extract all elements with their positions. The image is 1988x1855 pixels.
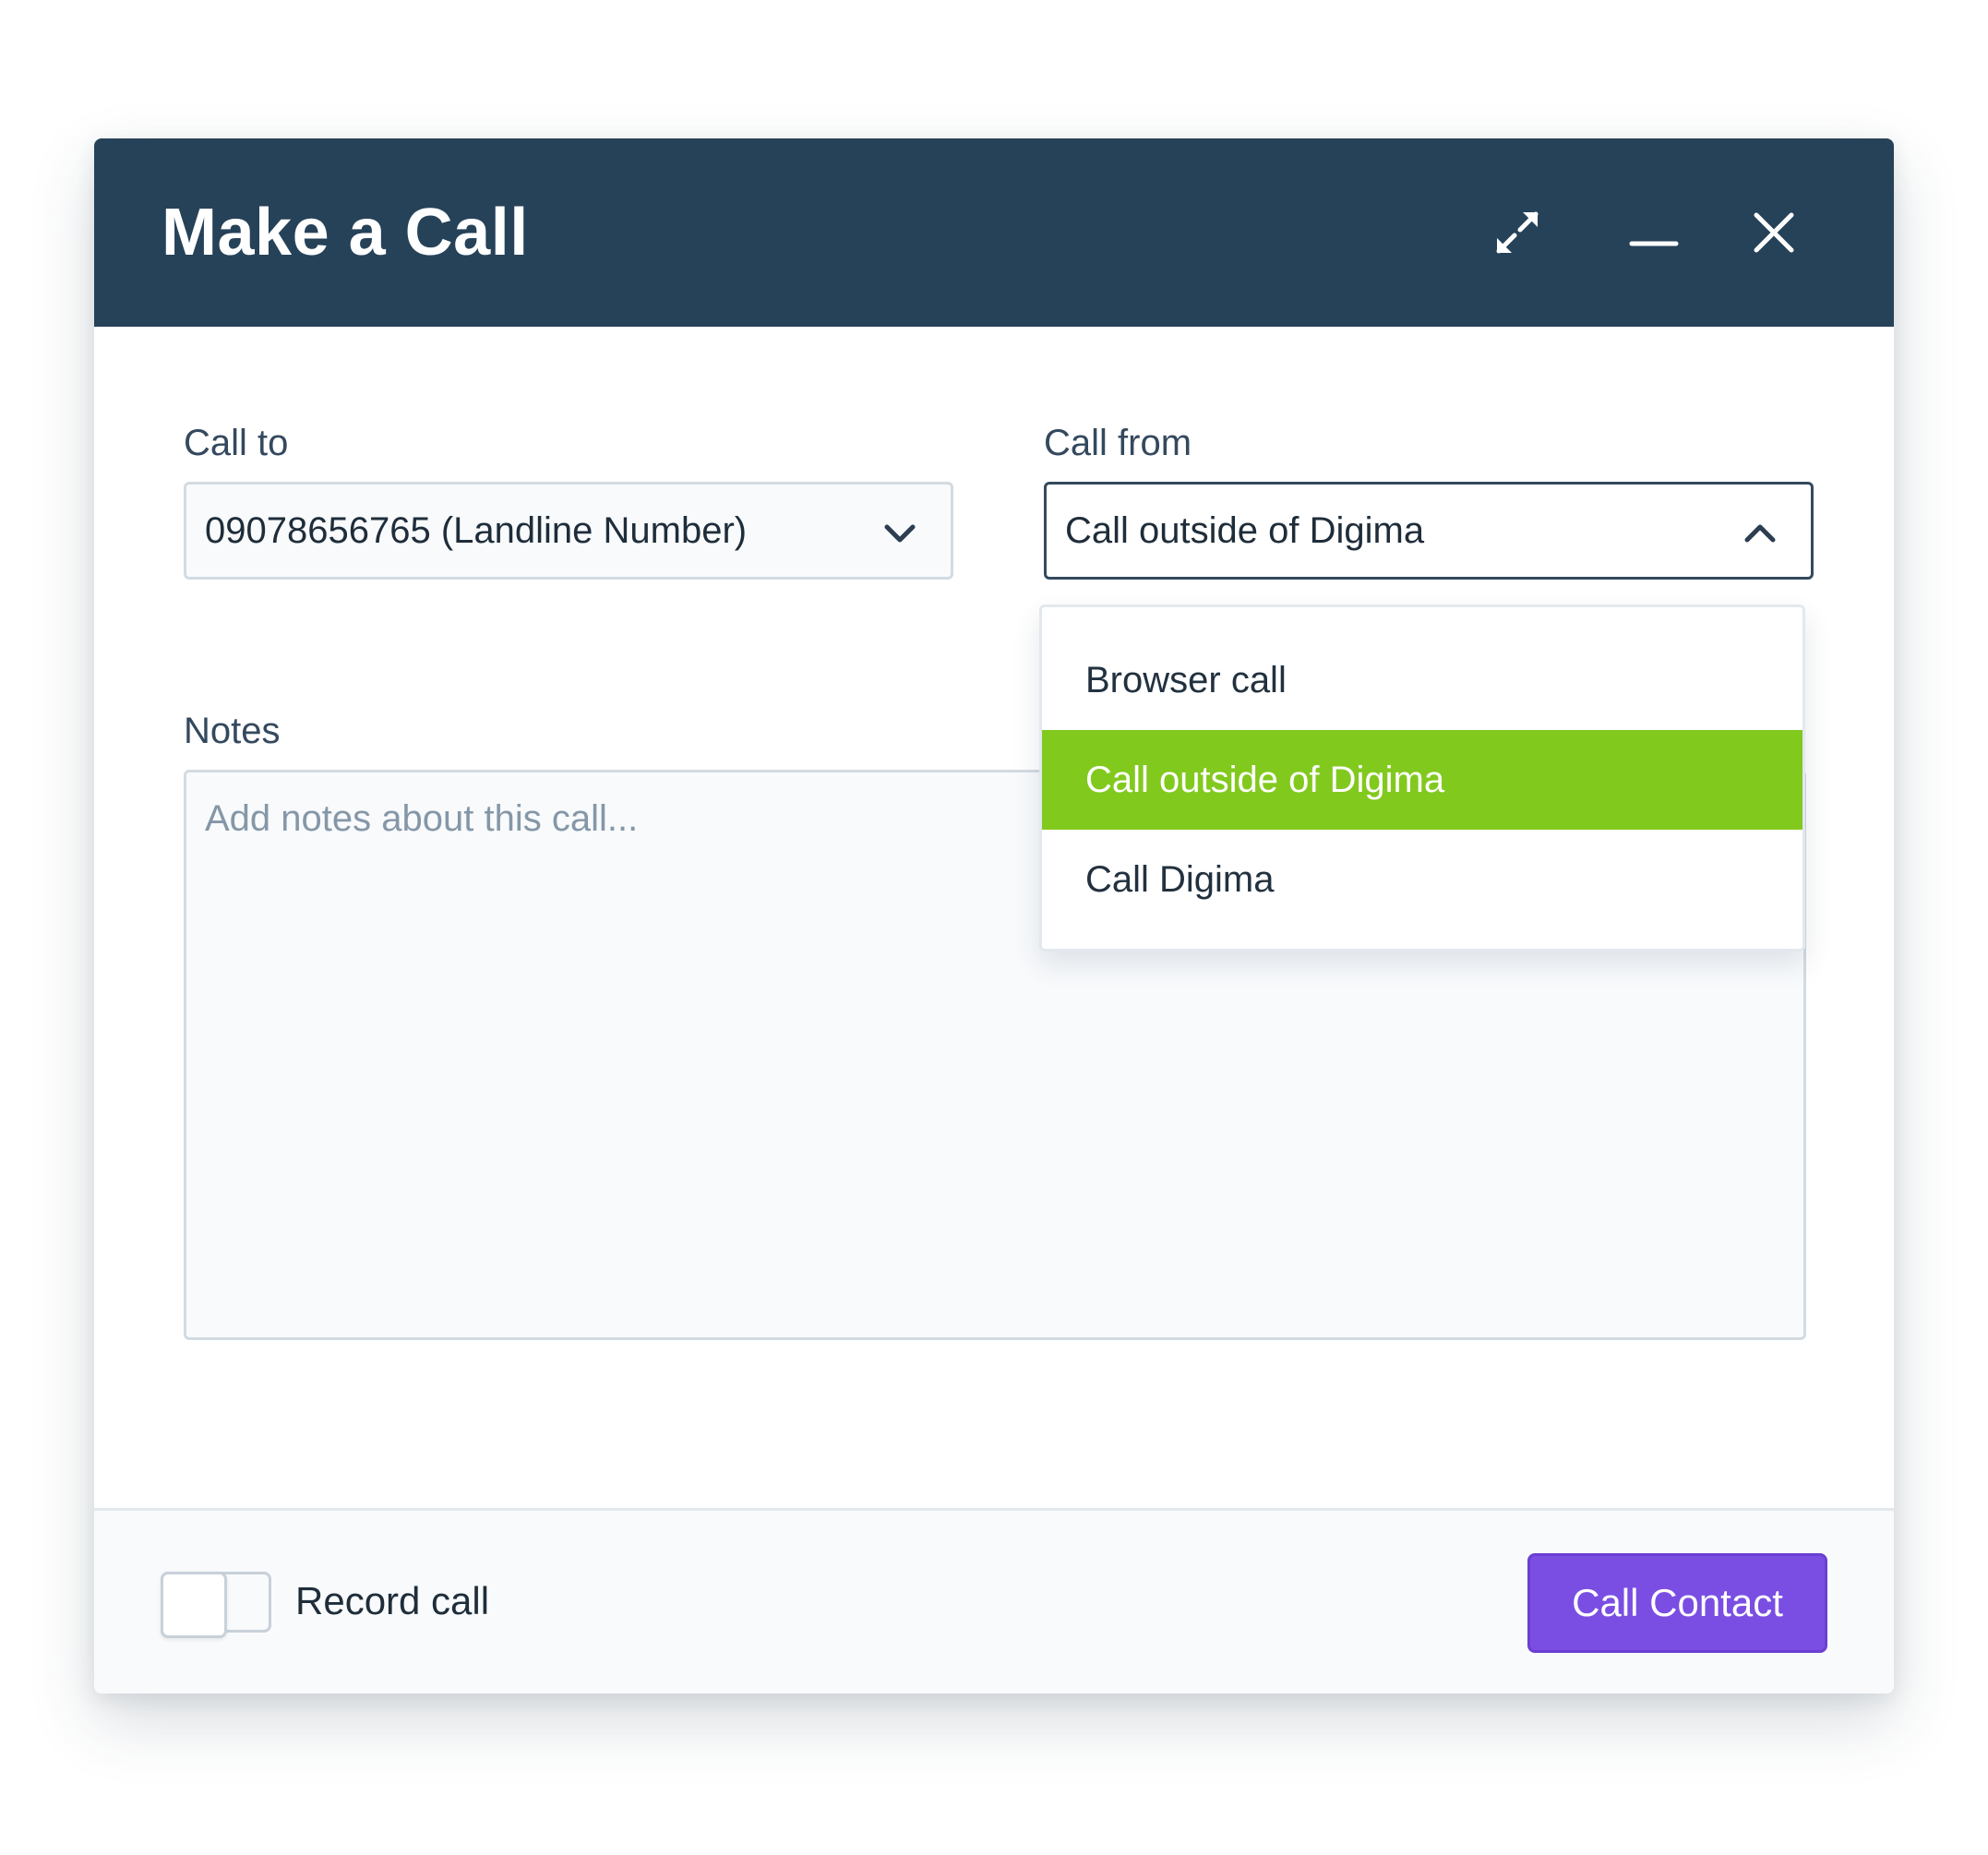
dialog-footer: Record call Call Contact bbox=[94, 1508, 1894, 1693]
close-icon[interactable] bbox=[1746, 205, 1802, 260]
notes-label: Notes bbox=[184, 711, 281, 751]
option-browser-call[interactable]: Browser call bbox=[1042, 630, 1802, 730]
call-from-label: Call from bbox=[1044, 423, 1192, 463]
call-from-value: Call outside of Digima bbox=[1065, 509, 1425, 551]
option-call-outside-digima[interactable]: Call outside of Digima bbox=[1042, 730, 1802, 830]
record-call-label: Record call bbox=[295, 1579, 490, 1622]
call-contact-button[interactable]: Call Contact bbox=[1527, 1553, 1827, 1653]
call-from-dropdown-menu: Browser call Call outside of Digima Call… bbox=[1039, 604, 1805, 951]
dialog-header: Make a Call bbox=[94, 138, 1894, 327]
minimize-icon[interactable] bbox=[1626, 205, 1682, 260]
make-call-dialog: Make a Call Call to 09078656765 (Landlin… bbox=[94, 138, 1894, 1693]
toggle-knob bbox=[161, 1572, 227, 1638]
chevron-up-icon bbox=[1744, 524, 1776, 543]
record-call-toggle[interactable] bbox=[161, 1572, 271, 1638]
expand-icon[interactable] bbox=[1490, 205, 1545, 260]
call-from-select[interactable]: Call outside of Digima bbox=[1044, 482, 1814, 580]
option-call-digima[interactable]: Call Digima bbox=[1042, 830, 1802, 929]
call-to-value: 09078656765 (Landline Number) bbox=[205, 509, 748, 551]
call-to-select[interactable]: 09078656765 (Landline Number) bbox=[184, 482, 953, 580]
chevron-down-icon bbox=[884, 524, 916, 543]
call-to-label: Call to bbox=[184, 423, 289, 463]
dialog-title: Make a Call bbox=[162, 196, 529, 269]
notes-placeholder: Add notes about this call... bbox=[205, 798, 639, 839]
